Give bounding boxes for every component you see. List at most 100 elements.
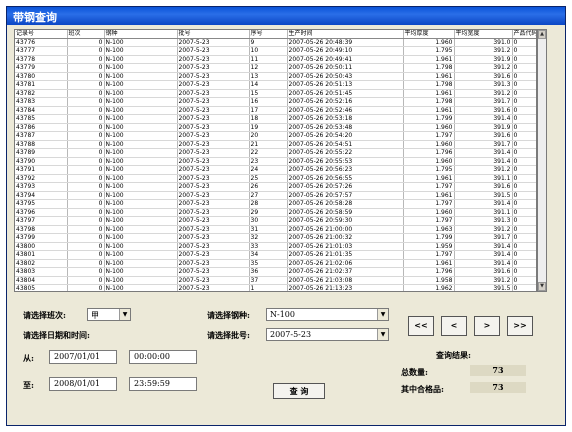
table-cell: 2007-05-26 20:57:26 [287,182,404,192]
table-row[interactable]: 43797 0 N-100 2007-5-23 30 2007-05-26 20:59:3… [15,216,536,226]
datetime-label: 请选择日期和时间: [23,330,90,340]
table-row[interactable]: 43787 0 N-100 2007-5-23 20 2007-05-26 20:54:2… [15,131,536,141]
table-cell: 1.960 [403,157,455,166]
table-cell: 2007-05-26 20:57:57 [287,191,404,200]
table-cell: 0 [67,233,105,243]
table-row[interactable]: 43799 0 N-100 2007-5-23 32 2007-05-26 21:00:3… [15,233,536,243]
batch-label: 请选择批号: [207,330,250,340]
table-row[interactable]: 43793 0 N-100 2007-5-23 26 2007-05-26 20:57:2… [15,182,536,192]
arrow-up-icon[interactable]: ▲ [538,30,546,39]
table-row[interactable]: 43800 0 N-100 2007-5-23 33 2007-05-26 21:01:0… [15,242,536,251]
table-row[interactable]: 43777 0 N-100 2007-5-23 10 2007-05-26 20:49:1… [15,46,536,56]
table-row[interactable]: 43795 0 N-100 2007-5-23 28 2007-05-26 20:58:2… [15,199,536,209]
table-cell: 1.961 [403,72,455,81]
table-cell: 43798 [15,225,68,234]
table-cell: 2007-05-26 20:58:59 [287,208,404,217]
table-cell: 17 [249,106,288,115]
table-row[interactable]: 43776 0 N-100 2007-5-23 9 2007-05-26 20:48:39… [15,38,536,47]
table-row[interactable]: 43796 0 N-100 2007-5-23 29 2007-05-26 20:58:5… [15,208,536,217]
table-cell: 2007-5-23 [177,46,250,56]
table-cell: 0 [67,216,105,226]
table-cell: 2007-5-23 [177,89,250,98]
table-row[interactable]: 43788 0 N-100 2007-5-23 21 2007-05-26 20:54:5… [15,140,536,149]
column-header[interactable]: 平均宽度 [454,30,513,39]
table-row[interactable]: 43785 0 N-100 2007-5-23 18 2007-05-26 20:53:1… [15,114,536,124]
table-row[interactable]: 43782 0 N-100 2007-5-23 15 2007-05-26 20:51:4… [15,89,536,98]
triangle-down-icon[interactable]: ▼ [119,309,130,320]
table-cell: 391.6 [454,72,513,81]
table-row[interactable]: 43780 0 N-100 2007-5-23 13 2007-05-26 20:50:4… [15,72,536,81]
table-cell: 1.797 [403,182,455,192]
table-cell: N-100 [104,191,178,200]
table-cell: 0 [512,148,536,158]
table-cell: 2007-5-23 [177,165,250,175]
table-row[interactable]: 43798 0 N-100 2007-5-23 31 2007-05-26 21:00:0… [15,225,536,234]
table-cell: 43782 [15,89,68,98]
steel-type-select[interactable]: N-100 ▼ [266,308,389,321]
table-row[interactable]: 43805 0 N-100 2007-5-23 1 2007-05-26 21:13:23… [15,284,536,291]
table-cell: 0 [512,259,536,268]
table-cell: 2007-5-23 [177,148,250,158]
query-button[interactable]: 查 询 [273,383,325,399]
table-cell: 19 [249,123,288,132]
arrow-down-icon[interactable]: ▼ [538,282,546,291]
table-row[interactable]: 43778 0 N-100 2007-5-23 11 2007-05-26 20:49:4… [15,55,536,64]
table-cell: 2007-05-26 20:51:45 [287,89,404,98]
column-header[interactable]: 记录号 [15,30,68,39]
table-cell: 1.799 [403,233,455,243]
table-row[interactable]: 43789 0 N-100 2007-5-23 22 2007-05-26 20:55:2… [15,148,536,158]
column-header[interactable]: 钢种 [104,30,178,39]
from-time-field[interactable]: 00:00:00 [129,350,197,364]
table-row[interactable]: 43783 0 N-100 2007-5-23 16 2007-05-26 20:52:1… [15,97,536,107]
table-row[interactable]: 43791 0 N-100 2007-5-23 24 2007-05-26 20:56:2… [15,165,536,175]
table-cell: N-100 [104,97,178,107]
table-cell: 391.9 [454,123,513,132]
triangle-down-icon[interactable]: ▼ [377,309,388,320]
first-page-button[interactable]: << [408,316,434,336]
table-cell: 37 [249,276,288,285]
table-cell: 2007-05-26 21:00:00 [287,225,404,234]
column-header[interactable]: 批号 [177,30,250,39]
table-row[interactable]: 43801 0 N-100 2007-5-23 34 2007-05-26 21:01:3… [15,250,536,260]
table-cell: 1.798 [403,80,455,90]
next-page-button[interactable]: > [474,316,500,336]
prev-page-button[interactable]: < [441,316,467,336]
table-row[interactable]: 43784 0 N-100 2007-5-23 17 2007-05-26 20:52:4… [15,106,536,115]
from-date-field[interactable]: 2007/01/01 [49,350,117,364]
table-cell: 20 [249,131,288,141]
steel-type-select-value: N-100 [270,310,295,319]
table-cell: 2007-5-23 [177,242,250,251]
data-grid[interactable]: 记录号 班次 钢种 批号 序号 生产时间 平均厚度 平均宽度 产品代码 43776 0 N-100 2… [14,29,537,292]
table-cell: 391.3 [454,80,513,90]
to-date-field[interactable]: 2008/01/01 [49,377,117,391]
table-cell: 391.7 [454,97,513,107]
column-header[interactable]: 平均厚度 [403,30,455,39]
table-row[interactable]: 43804 0 N-100 2007-5-23 37 2007-05-26 21:03:0… [15,276,536,285]
column-header[interactable]: 班次 [67,30,105,39]
steel-type-label: 请选择钢种: [207,310,250,320]
table-cell: N-100 [104,157,178,166]
table-row[interactable]: 43803 0 N-100 2007-5-23 36 2007-05-26 21:02:3… [15,267,536,277]
last-page-button[interactable]: >> [507,316,533,336]
batch-select[interactable]: 2007-5-23 ▼ [266,328,389,341]
table-row[interactable]: 43794 0 N-100 2007-5-23 27 2007-05-26 20:57:5… [15,191,536,200]
grid-vertical-scrollbar[interactable]: ▲ ▼ [537,29,547,292]
table-row[interactable]: 43792 0 N-100 2007-5-23 25 2007-05-26 20:56:5… [15,174,536,183]
triangle-down-icon[interactable]: ▼ [377,329,388,340]
column-header[interactable]: 产品代码 [512,30,536,39]
table-row[interactable]: 43781 0 N-100 2007-5-23 14 2007-05-26 20:51:1… [15,80,536,90]
table-cell: 18 [249,114,288,124]
table-cell: 2007-5-23 [177,276,250,285]
table-row[interactable]: 43790 0 N-100 2007-5-23 23 2007-05-26 20:55:5… [15,157,536,166]
column-header[interactable]: 序号 [249,30,288,39]
table-cell: N-100 [104,216,178,226]
table-row[interactable]: 43779 0 N-100 2007-5-23 12 2007-05-26 20:50:1… [15,63,536,73]
to-time-field[interactable]: 23:59:59 [129,377,197,391]
column-header[interactable]: 生产时间 [287,30,404,39]
table-cell: N-100 [104,106,178,115]
table-row[interactable]: 43786 0 N-100 2007-5-23 19 2007-05-26 20:53:4… [15,123,536,132]
table-cell: 43789 [15,148,68,158]
table-row[interactable]: 43802 0 N-100 2007-5-23 35 2007-05-26 21:02:0… [15,259,536,268]
table-cell: 0 [512,97,536,107]
shift-select[interactable]: 甲 ▼ [87,308,131,321]
